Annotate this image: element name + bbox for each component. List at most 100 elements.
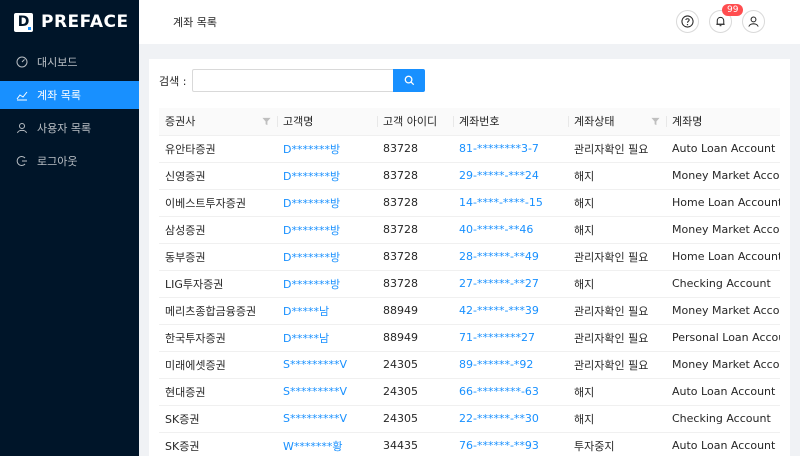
account-number-cell[interactable]: 42-*****-***39 — [453, 297, 568, 325]
column-header-broker[interactable]: 증권사 — [159, 108, 277, 136]
account-name-cell: Home Loan Account — [666, 189, 780, 217]
broker-cell: 미래에셋증권 — [159, 351, 277, 379]
customer-name-cell[interactable]: D*******방 — [277, 270, 377, 298]
customer-id-cell: 24305 — [377, 351, 453, 379]
table-row[interactable]: 유안타증권 D*******방 83728 81-********3-7 관리자확인 필… — [159, 135, 780, 163]
table-row[interactable]: 미래에셋증권 S*********V 24305 89-******-*92 관리자확인… — [159, 351, 780, 379]
broker-cell: 신영증권 — [159, 162, 277, 190]
customer-name-cell[interactable]: D*******방 — [277, 216, 377, 244]
search-label: 검색 : — [159, 74, 187, 88]
broker-cell: 동부증권 — [159, 243, 277, 271]
broker-cell: SK증권 — [159, 405, 277, 433]
table-row[interactable]: 동부증권 D*******방 83728 28-******-**49 관리자확인 필요… — [159, 243, 780, 271]
sidebar-item-dashboard[interactable]: 대시보드 — [0, 48, 139, 76]
broker-cell: 메리츠종합금융증권 — [159, 297, 277, 325]
broker-cell: 삼성증권 — [159, 216, 277, 244]
customer-name-cell[interactable]: W*******황 — [277, 432, 377, 456]
broker-cell: SK증권 — [159, 432, 277, 456]
customer-id-cell: 83728 — [377, 243, 453, 271]
customer-id-cell: 83728 — [377, 189, 453, 217]
table-row[interactable]: 한국투자증권 D*****남 88949 71-********27 관리자확인 필요 P… — [159, 324, 780, 352]
account-status-cell: 해지 — [568, 162, 666, 190]
account-number-cell[interactable]: 89-******-*92 — [453, 351, 568, 379]
table-row[interactable]: LIG투자증권 D*******방 83728 27-******-**27 해지 Che… — [159, 270, 780, 298]
broker-cell: 이베스트투자증권 — [159, 189, 277, 217]
sidebar-menu: 대시보드 계좌 목록 사용자 목록 로그아웃 — [0, 48, 139, 175]
sidebar-item-users[interactable]: 사용자 목록 — [0, 114, 139, 142]
sidebar-item-label: 계좌 목록 — [37, 89, 81, 102]
customer-name-cell[interactable]: S*********V — [277, 405, 377, 433]
account-name-cell: Auto Loan Account — [666, 432, 780, 456]
notification-badge: 99 — [722, 4, 744, 16]
help-button[interactable] — [676, 10, 699, 33]
column-header-account-number[interactable]: 계좌번호 — [453, 108, 568, 136]
sidebar-item-label: 대시보드 — [37, 56, 78, 69]
filter-icon[interactable] — [651, 117, 660, 126]
account-name-cell: Money Market Account — [666, 351, 780, 379]
account-name-cell: Auto Loan Account — [666, 135, 780, 163]
customer-name-cell[interactable]: D*****남 — [277, 297, 377, 325]
user-icon — [16, 122, 28, 134]
table-body: 유안타증권 D*******방 83728 81-********3-7 관리자확인 필… — [159, 135, 780, 456]
account-number-cell[interactable]: 40-*****-**46 — [453, 216, 568, 244]
column-header-account-name[interactable]: 계좌명 — [666, 108, 780, 136]
customer-name-cell[interactable]: D*******방 — [277, 189, 377, 217]
logo[interactable]: D PREFACE — [0, 0, 139, 44]
account-number-cell[interactable]: 22-******-**30 — [453, 405, 568, 433]
account-number-cell[interactable]: 66-********-63 — [453, 378, 568, 406]
customer-name-cell[interactable]: S*********V — [277, 351, 377, 379]
account-number-cell[interactable]: 81-********3-7 — [453, 135, 568, 163]
table-row[interactable]: 신영증권 D*******방 83728 29-*****-***24 해지 Money … — [159, 162, 780, 190]
table-row[interactable]: 메리츠종합금융증권 D*****남 88949 42-*****-***39 관리자확인… — [159, 297, 780, 325]
account-name-cell: Money Market Account — [666, 297, 780, 325]
account-name-cell: Money Market Account — [666, 216, 780, 244]
help-icon — [681, 15, 694, 28]
account-number-cell[interactable]: 76-******-**93 — [453, 432, 568, 456]
account-status-cell: 투자중지 — [568, 432, 666, 456]
user-icon — [748, 16, 759, 27]
account-number-cell[interactable]: 28-******-**49 — [453, 243, 568, 271]
main-content: 검색 : 증권사 고객명 고객 아이디 계좌번호 계좌상태 계좌명 유안타증권 … — [149, 59, 790, 456]
account-status-cell: 관리자확인 필요 — [568, 243, 666, 271]
column-header-customer-name[interactable]: 고객명 — [277, 108, 377, 136]
sidebar-item-label: 로그아웃 — [37, 155, 78, 168]
sidebar-item-label: 사용자 목록 — [37, 122, 92, 135]
account-number-cell[interactable]: 71-********27 — [453, 324, 568, 352]
profile-button[interactable] — [742, 10, 765, 33]
table-row[interactable]: SK증권 S*********V 24305 22-******-**30 해지 Chec… — [159, 405, 780, 433]
account-name-cell: Checking Account — [666, 405, 780, 433]
filter-icon[interactable] — [262, 117, 271, 126]
table-row[interactable]: 현대증권 S*********V 24305 66-********-63 해지 Auto… — [159, 378, 780, 406]
account-number-cell[interactable]: 14-****-****-15 — [453, 189, 568, 217]
account-name-cell: Home Loan Account — [666, 243, 780, 271]
sidebar-item-logout[interactable]: 로그아웃 — [0, 147, 139, 175]
customer-name-cell[interactable]: D*******방 — [277, 135, 377, 163]
column-header-customer-id[interactable]: 고객 아이디 — [377, 108, 453, 136]
customer-name-cell[interactable]: D*****남 — [277, 324, 377, 352]
table-row[interactable]: 삼성증권 D*******방 83728 40-*****-**46 해지 Money M… — [159, 216, 780, 244]
search-input[interactable] — [192, 69, 394, 92]
table-row[interactable]: SK증권 W*******황 34435 76-******-**93 투자중지 Auto… — [159, 432, 780, 456]
notification-button[interactable]: 99 — [709, 4, 744, 33]
bell-icon — [716, 16, 725, 27]
page-title: 계좌 목록 — [173, 16, 217, 29]
customer-id-cell: 83728 — [377, 135, 453, 163]
account-number-cell[interactable]: 27-******-**27 — [453, 270, 568, 298]
customer-name-cell[interactable]: S*********V — [277, 378, 377, 406]
search-button[interactable] — [393, 69, 426, 92]
account-status-cell: 해지 — [568, 270, 666, 298]
accounts-table: 증권사 고객명 고객 아이디 계좌번호 계좌상태 계좌명 유안타증권 D*****… — [159, 108, 780, 456]
broker-cell: 현대증권 — [159, 378, 277, 406]
table-row[interactable]: 이베스트투자증권 D*******방 83728 14-****-****-15 해지 H… — [159, 189, 780, 217]
account-status-cell: 해지 — [568, 216, 666, 244]
account-number-cell[interactable]: 29-*****-***24 — [453, 162, 568, 190]
logo-badge: D — [14, 12, 33, 32]
search-icon — [404, 75, 415, 86]
sidebar-item-accounts[interactable]: 계좌 목록 — [0, 81, 139, 109]
logout-icon — [16, 155, 28, 167]
column-header-account-status[interactable]: 계좌상태 — [568, 108, 666, 136]
customer-name-cell[interactable]: D*******방 — [277, 243, 377, 271]
customer-name-cell[interactable]: D*******방 — [277, 162, 377, 190]
account-status-cell: 해지 — [568, 189, 666, 217]
table-header-row: 증권사 고객명 고객 아이디 계좌번호 계좌상태 계좌명 — [159, 108, 780, 136]
